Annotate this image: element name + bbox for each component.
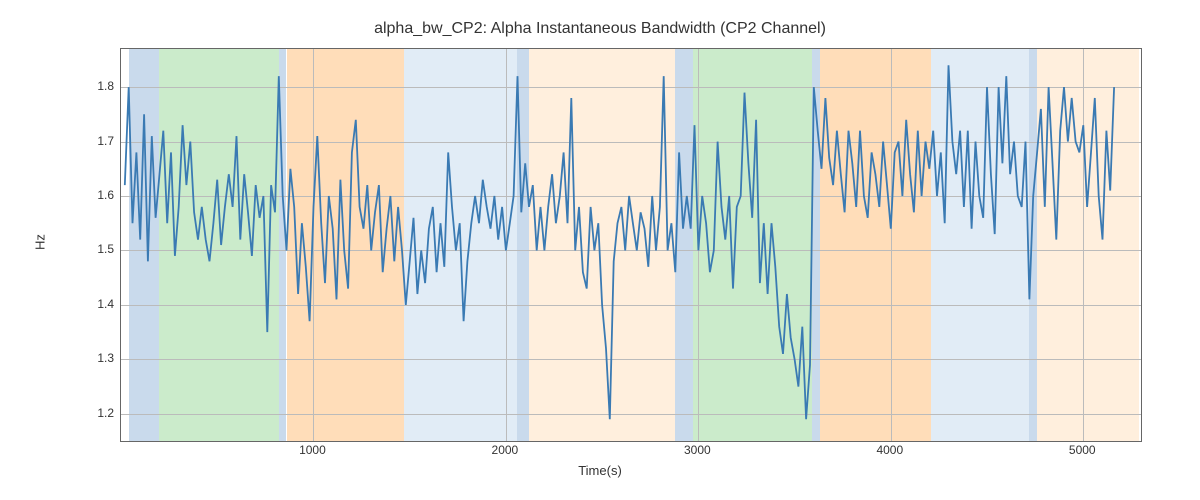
x-tick-label: 3000 <box>684 443 711 457</box>
data-line <box>121 49 1141 441</box>
y-tick-label: 1.4 <box>97 297 114 311</box>
y-tick-label: 1.6 <box>97 188 114 202</box>
y-tick-label: 1.3 <box>97 351 114 365</box>
y-tick-label: 1.5 <box>97 242 114 256</box>
x-tick-label: 5000 <box>1069 443 1096 457</box>
x-tick-label: 2000 <box>492 443 519 457</box>
plot-area <box>120 48 1142 442</box>
y-tick-label: 1.7 <box>97 134 114 148</box>
x-tick-label: 4000 <box>876 443 903 457</box>
x-tick-label: 1000 <box>299 443 326 457</box>
y-axis-label: Hz <box>33 234 48 250</box>
x-axis-label: Time(s) <box>0 463 1200 478</box>
chart-title: alpha_bw_CP2: Alpha Instantaneous Bandwi… <box>0 20 1200 38</box>
y-tick-label: 1.8 <box>97 79 114 93</box>
y-tick-label: 1.2 <box>97 406 114 420</box>
chart-container: alpha_bw_CP2: Alpha Instantaneous Bandwi… <box>0 0 1200 500</box>
